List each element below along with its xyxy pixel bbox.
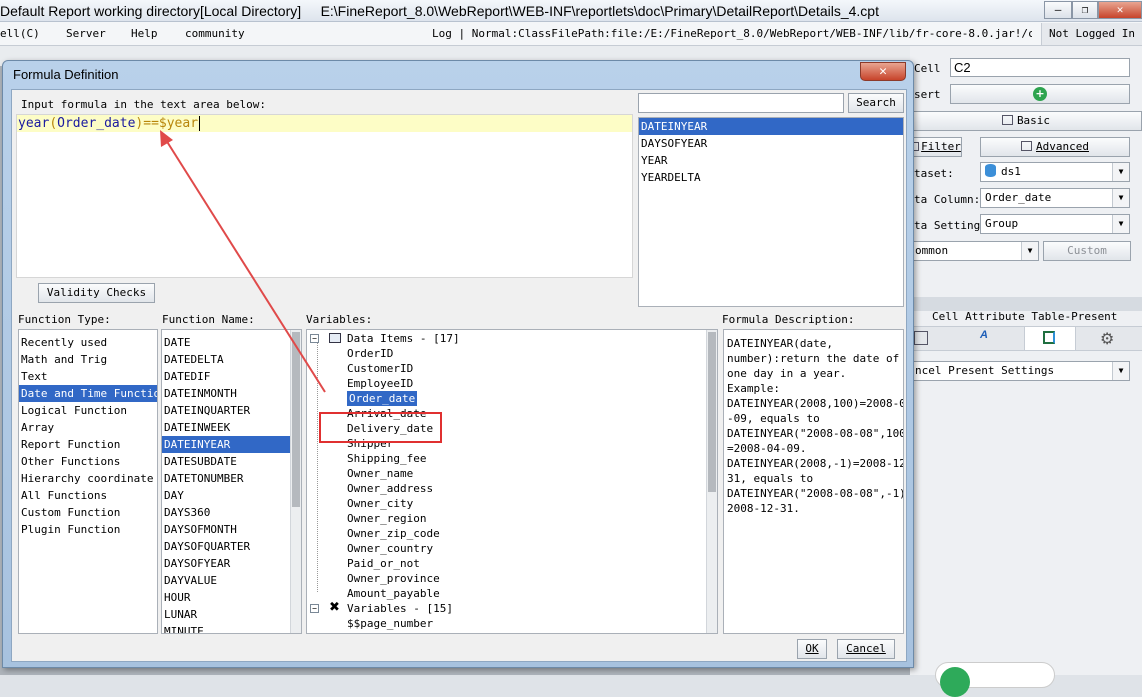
annotation-arrow	[160, 130, 326, 393]
arrow-line	[165, 139, 326, 393]
arrow-head	[160, 130, 173, 147]
